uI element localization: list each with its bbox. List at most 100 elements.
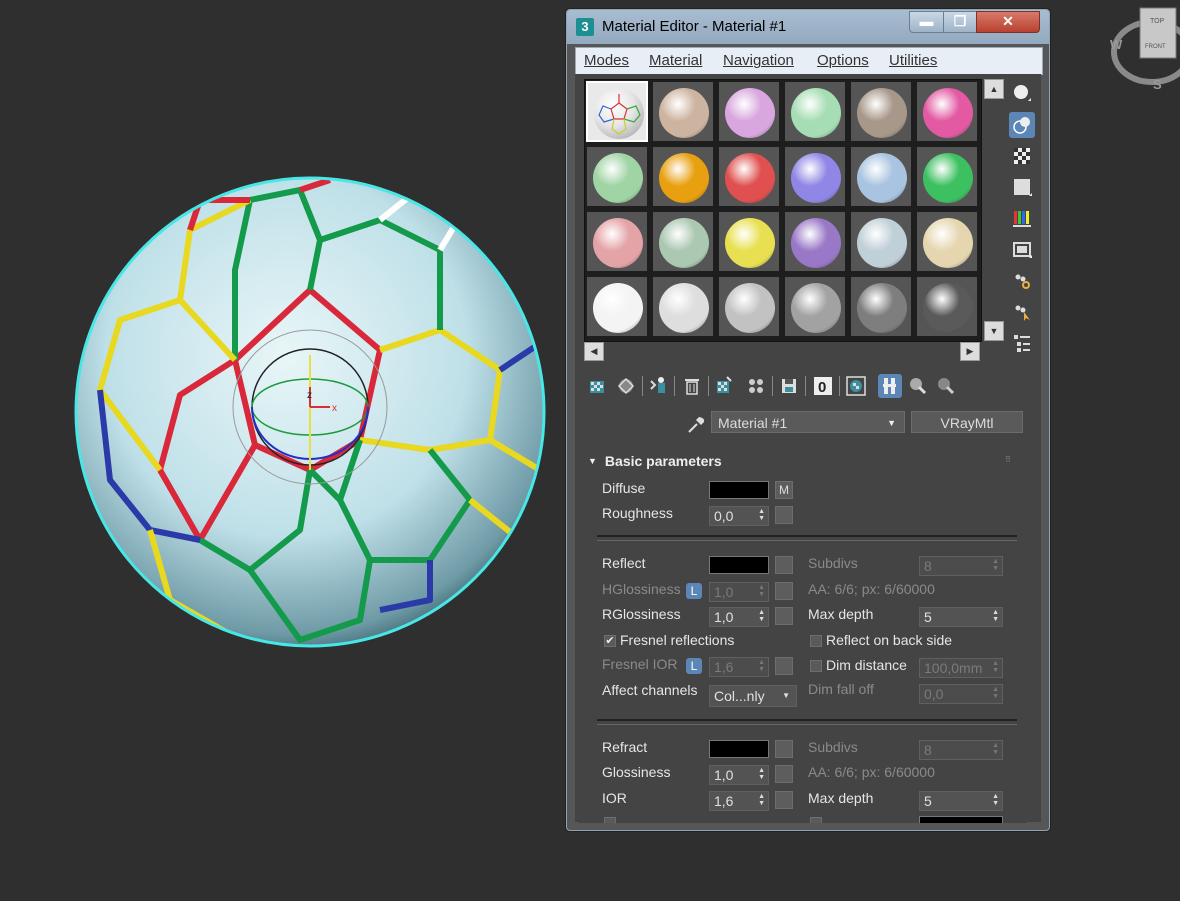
sample-slot[interactable]	[916, 81, 978, 142]
refract-color-swatch[interactable]	[709, 740, 769, 758]
spinner-arrows-icon[interactable]: ▲ ▼	[992, 742, 999, 756]
hglossiness-lock-button[interactable]: L	[686, 583, 702, 599]
glossiness-spinner[interactable]: 1,0 ▲ ▼	[709, 765, 769, 785]
ior-spinner[interactable]: 1,6 ▲ ▼	[709, 791, 769, 811]
rglossiness-spinner[interactable]: 1,0 ▲ ▼	[709, 607, 769, 627]
reset-map-trash-icon[interactable]	[680, 374, 704, 398]
hglossiness-spinner[interactable]: 1,0 ▲ ▼	[709, 582, 769, 602]
sample-slot[interactable]	[718, 81, 780, 142]
ior-map-button[interactable]	[775, 791, 793, 809]
sample-slot[interactable]	[586, 276, 648, 337]
hglossiness-map-button[interactable]	[775, 582, 793, 600]
material-options-icon[interactable]	[1009, 268, 1035, 294]
select-by-material-icon[interactable]	[1009, 299, 1035, 325]
spinner-arrows-icon[interactable]: ▲ ▼	[758, 584, 765, 598]
sample-slot[interactable]	[784, 146, 846, 207]
reflect-color-swatch[interactable]	[709, 556, 769, 574]
save-to-library-icon[interactable]	[777, 374, 801, 398]
fresnel-ior-lock-button[interactable]: L	[686, 658, 702, 674]
make-preview-icon[interactable]	[1009, 237, 1035, 263]
sample-slot[interactable]	[718, 276, 780, 337]
minimize-button[interactable]: ▬	[909, 11, 944, 33]
go-forward-to-sibling-icon[interactable]	[934, 374, 958, 398]
viewcube[interactable]: TOP FRONT W S	[1108, 6, 1180, 92]
pick-material-eyedropper-icon[interactable]	[685, 414, 707, 436]
refract-max-depth-spinner[interactable]: 5 ▲ ▼	[919, 791, 1003, 811]
sample-slot[interactable]	[586, 81, 648, 142]
sample-slot[interactable]	[652, 81, 714, 142]
fresnel-ior-map-button[interactable]	[775, 657, 793, 675]
sample-slot[interactable]	[850, 146, 912, 207]
sample-slot[interactable]	[652, 211, 714, 272]
refract-map-button[interactable]	[775, 740, 793, 758]
reflect-max-depth-spinner[interactable]: 5 ▲ ▼	[919, 607, 1003, 627]
sample-slot[interactable]	[652, 276, 714, 337]
spinner-arrows-icon[interactable]: ▲ ▼	[758, 659, 765, 673]
dim-distance-spinner[interactable]: 100,0mm ▲ ▼	[919, 658, 1003, 678]
spinner-arrows-icon[interactable]: ▲ ▼	[992, 609, 999, 623]
sample-slot[interactable]	[718, 211, 780, 272]
sample-slot[interactable]	[916, 211, 978, 272]
sample-slot[interactable]	[850, 276, 912, 337]
roughness-map-button[interactable]	[775, 506, 793, 524]
background-checker-icon[interactable]	[1009, 143, 1035, 169]
maximize-button[interactable]: ❐	[943, 11, 977, 33]
fresnel-checkbox[interactable]: ✔	[604, 635, 616, 647]
glossiness-map-button[interactable]	[775, 765, 793, 783]
reflect-back-checkbox[interactable]	[810, 635, 822, 647]
menu-navigation[interactable]: Navigation	[723, 52, 794, 69]
sample-slot[interactable]	[850, 211, 912, 272]
video-color-check-icon[interactable]	[1009, 205, 1035, 231]
fog-color-swatch[interactable]	[919, 816, 1003, 823]
spinner-arrows-icon[interactable]: ▲ ▼	[758, 767, 765, 781]
put-to-library-icon[interactable]	[744, 374, 768, 398]
reflect-subdivs-spinner[interactable]: 8 ▲ ▼	[919, 556, 1003, 576]
affect-channels-dropdown[interactable]: Col...nly ▼	[709, 685, 797, 707]
sample-slot[interactable]	[784, 276, 846, 337]
spinner-arrows-icon[interactable]: ▲ ▼	[992, 660, 999, 674]
material-name-dropdown[interactable]: Material #1 ▼	[711, 411, 905, 433]
spinner-arrows-icon[interactable]: ▲ ▼	[992, 686, 999, 700]
partial-checkbox[interactable]	[604, 817, 616, 823]
menu-options[interactable]: Options	[817, 52, 869, 69]
spinner-arrows-icon[interactable]: ▲ ▼	[758, 793, 765, 807]
menu-utilities[interactable]: Utilities	[889, 52, 937, 69]
menu-material[interactable]: Material	[649, 52, 702, 69]
dim-distance-checkbox[interactable]	[810, 660, 822, 672]
diffuse-color-swatch[interactable]	[709, 481, 769, 499]
scroll-left-button[interactable]: ◀	[584, 342, 604, 361]
material-map-navigator-icon[interactable]	[1009, 330, 1035, 356]
roughness-spinner[interactable]: 0,0 ▲ ▼	[709, 506, 769, 526]
show-end-result-icon[interactable]	[878, 374, 902, 398]
sample-slot[interactable]	[784, 211, 846, 272]
show-shaded-material-icon[interactable]	[844, 374, 868, 398]
material-type-button[interactable]: VRayMtl	[911, 411, 1023, 433]
sample-type-sphere-icon[interactable]	[1009, 80, 1035, 106]
spinner-arrows-icon[interactable]: ▲ ▼	[758, 508, 765, 522]
close-button[interactable]: ✕	[976, 11, 1040, 33]
spinner-arrows-icon[interactable]: ▲ ▼	[758, 609, 765, 623]
go-to-parent-icon[interactable]	[906, 374, 930, 398]
sample-uv-tiling-icon[interactable]	[1009, 174, 1035, 200]
get-material-icon[interactable]	[586, 374, 610, 398]
rollout-header[interactable]: ▼ Basic parameters	[588, 453, 722, 469]
make-unique-icon[interactable]	[712, 374, 736, 398]
partial-checkbox[interactable]	[810, 817, 822, 823]
reflect-map-button[interactable]	[775, 556, 793, 574]
rglossiness-map-button[interactable]	[775, 607, 793, 625]
sample-slot[interactable]	[916, 146, 978, 207]
backlight-icon[interactable]	[1009, 112, 1035, 138]
spinner-arrows-icon[interactable]: ▲ ▼	[992, 793, 999, 807]
scroll-up-button[interactable]: ▲	[984, 79, 1004, 99]
scroll-right-button[interactable]: ▶	[960, 342, 980, 361]
sample-slot[interactable]	[718, 146, 780, 207]
rollout-grip-icon[interactable]: ⠿	[1005, 455, 1013, 464]
sample-slot[interactable]	[652, 146, 714, 207]
assign-material-icon[interactable]	[646, 374, 670, 398]
title-bar[interactable]: 3 Material Editor - Material #1 ▬ ❐ ✕	[567, 10, 1049, 44]
scroll-down-button[interactable]: ▼	[984, 321, 1004, 341]
dim-falloff-spinner[interactable]: 0,0 ▲ ▼	[919, 684, 1003, 704]
sample-slot[interactable]	[784, 81, 846, 142]
menu-modes[interactable]: Modes	[584, 52, 629, 69]
refract-subdivs-spinner[interactable]: 8 ▲ ▼	[919, 740, 1003, 760]
